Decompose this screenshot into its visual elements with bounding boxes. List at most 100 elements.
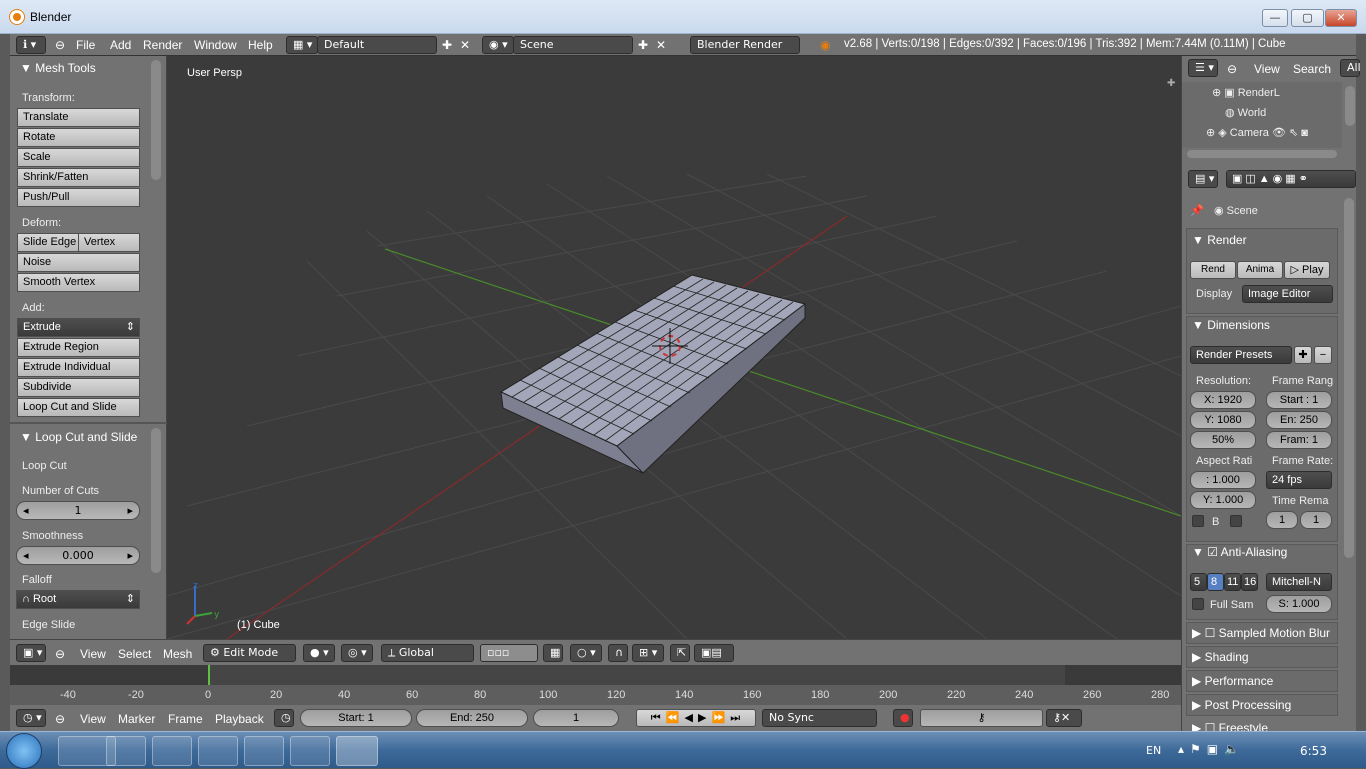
remove-preset-icon[interactable]: −: [1314, 346, 1332, 364]
end-frame-field[interactable]: End: 250: [416, 709, 528, 727]
collapse-icon[interactable]: ⊖: [55, 38, 65, 52]
occlude-geometry-icon[interactable]: ▦: [543, 644, 563, 662]
collapse-icon[interactable]: ⊖: [55, 647, 65, 661]
render-button[interactable]: Rend: [1190, 261, 1236, 279]
noise-button[interactable]: Noise: [17, 253, 140, 272]
keyframe-icons[interactable]: ⚷✕: [1046, 709, 1082, 727]
clock[interactable]: 6:53: [1300, 744, 1327, 758]
mesh-tools-title[interactable]: ▼ Mesh Tools: [20, 61, 96, 75]
playback-menu[interactable]: Playback: [215, 712, 264, 726]
frame-end-field[interactable]: En: 250: [1266, 411, 1332, 429]
maximize-button[interactable]: ▢: [1291, 9, 1324, 27]
aa-filter-select[interactable]: Mitchell-N: [1266, 573, 1332, 591]
slide-edge-button[interactable]: Slide Edge: [17, 233, 79, 252]
remove-scene-icon[interactable]: ✕: [656, 38, 666, 52]
playback-controls[interactable]: ⏮ ⏪ ◀ ▶ ⏩ ⏭: [636, 709, 756, 727]
collapse-icon[interactable]: ⊖: [55, 712, 65, 726]
select-mode-icons[interactable]: ▫▫▫: [480, 644, 538, 662]
subdivide-button[interactable]: Subdivide: [17, 378, 140, 397]
select-menu[interactable]: Select: [118, 647, 151, 661]
scale-button[interactable]: Scale: [17, 148, 140, 167]
aa-size-field[interactable]: S: 1.000: [1266, 595, 1332, 613]
extrude-individual-button[interactable]: Extrude Individual: [17, 358, 140, 377]
border-checkbox[interactable]: [1192, 515, 1204, 527]
layout-select[interactable]: Default: [317, 36, 437, 54]
menu-add[interactable]: Add: [110, 38, 131, 52]
snap-element-icon[interactable]: ⊞ ▾: [632, 644, 664, 662]
aa-sample-11[interactable]: 11: [1224, 573, 1241, 591]
render-panel-header[interactable]: ▼ Render: [1192, 233, 1247, 247]
post-processing-header[interactable]: ▶ Post Processing: [1192, 698, 1291, 712]
antialiasing-panel-header[interactable]: ▼ ☑ Anti-Aliasing: [1192, 545, 1287, 559]
start-button-icon[interactable]: [6, 733, 42, 769]
chrome-taskbar-icon[interactable]: [152, 736, 192, 766]
editor-type-properties-icon[interactable]: ▤ ▾: [1188, 170, 1218, 188]
cuts-field[interactable]: ◂ 1 ▸: [16, 501, 140, 520]
operator-title[interactable]: ▼ Loop Cut and Slide: [20, 430, 137, 444]
proportional-edit-icon[interactable]: ○ ▾: [570, 644, 602, 662]
resolution-x-field[interactable]: X: 1920: [1190, 391, 1256, 409]
timeline-view-menu[interactable]: View: [80, 712, 106, 726]
word-taskbar-icon[interactable]: [290, 736, 330, 766]
menu-window[interactable]: Window: [194, 38, 237, 52]
view-menu[interactable]: View: [80, 647, 106, 661]
snap-magnet-icon[interactable]: ∩: [608, 644, 628, 662]
aspect-x-field[interactable]: : 1.000: [1190, 471, 1256, 489]
shading-select-icon[interactable]: ● ▾: [303, 644, 335, 662]
notepad-taskbar-icon[interactable]: [244, 736, 284, 766]
smooth-vertex-button[interactable]: Smooth Vertex: [17, 273, 140, 292]
editor-type-info-icon[interactable]: ℹ ▾: [16, 36, 46, 54]
tool-scrollbar[interactable]: [151, 60, 161, 180]
render-icons[interactable]: ▣▤: [694, 644, 734, 662]
extrude-region-button[interactable]: Extrude Region: [17, 338, 140, 357]
minimize-button[interactable]: —: [1262, 9, 1288, 27]
scene-icon[interactable]: ◉ ▾: [482, 36, 514, 54]
firefox-taskbar-icon[interactable]: [198, 736, 238, 766]
play-button[interactable]: ▷ Play: [1284, 261, 1330, 279]
rotate-button[interactable]: Rotate: [17, 128, 140, 147]
outliner-item[interactable]: ⊕ ▣ RenderL: [1212, 86, 1280, 99]
aa-sample-16[interactable]: 16: [1241, 573, 1258, 591]
outliner-item[interactable]: ⊕ ◈ Camera 👁 ⇖ ◙: [1206, 126, 1308, 139]
media-player-taskbar-icon[interactable]: [106, 736, 146, 766]
sync-select[interactable]: No Sync: [762, 709, 877, 727]
add-preset-icon[interactable]: ✚: [1294, 346, 1312, 364]
tray-icons[interactable]: ▴⚑▣🔈: [1178, 742, 1245, 756]
motion-blur-header[interactable]: ▶ ☐ Sampled Motion Blur: [1192, 626, 1330, 640]
pivot-select-icon[interactable]: ◎ ▾: [341, 644, 373, 662]
scene-select[interactable]: Scene: [513, 36, 633, 54]
blender-taskbar-icon[interactable]: [336, 736, 378, 766]
timeline-area[interactable]: [10, 665, 1181, 705]
shading-header[interactable]: ▶ Shading: [1192, 650, 1249, 664]
mode-select[interactable]: ⚙ Edit Mode: [203, 644, 296, 662]
render-engine-select[interactable]: Blender Render: [690, 36, 800, 54]
pin-icon[interactable]: 📌: [1190, 204, 1204, 217]
editor-type-outliner-icon[interactable]: ☰ ▾: [1188, 59, 1218, 77]
loop-cut-slide-button[interactable]: Loop Cut and Slide: [17, 398, 140, 417]
menu-help[interactable]: Help: [248, 38, 273, 52]
crop-checkbox[interactable]: [1230, 515, 1242, 527]
operator-scrollbar[interactable]: [151, 428, 161, 573]
display-select[interactable]: Image Editor: [1242, 285, 1333, 303]
close-button[interactable]: ✕: [1325, 9, 1357, 27]
outliner-scrollbar[interactable]: [1345, 86, 1355, 126]
frame-menu[interactable]: Frame: [168, 712, 203, 726]
marker-menu[interactable]: Marker: [118, 712, 155, 726]
collapse-icon[interactable]: ⊖: [1227, 62, 1237, 76]
language-indicator[interactable]: EN: [1146, 744, 1161, 757]
mesh-menu[interactable]: Mesh: [163, 647, 192, 661]
full-sample-checkbox[interactable]: [1192, 598, 1204, 610]
editor-type-timeline-icon[interactable]: ◷ ▾: [16, 709, 46, 727]
properties-tabs-icons[interactable]: ▣◫▲◉▦⚭: [1226, 170, 1356, 188]
3d-viewport[interactable]: z y User Persp (1) Cube ✚: [167, 56, 1181, 639]
record-icon[interactable]: ●: [893, 709, 913, 727]
time-new-field[interactable]: 1: [1300, 511, 1332, 529]
fps-select[interactable]: 24 fps: [1266, 471, 1332, 489]
screen-layout-icon[interactable]: ▦ ▾: [286, 36, 318, 54]
time-old-field[interactable]: 1: [1266, 511, 1298, 529]
preview-range-icon[interactable]: ◷: [274, 709, 294, 727]
shrink-fatten-button[interactable]: Shrink/Fatten: [17, 168, 140, 187]
snap-target-icon[interactable]: ⇱: [670, 644, 690, 662]
aa-sample-8[interactable]: 8: [1207, 573, 1224, 591]
falloff-select[interactable]: ∩ Root ⇕: [16, 590, 140, 609]
